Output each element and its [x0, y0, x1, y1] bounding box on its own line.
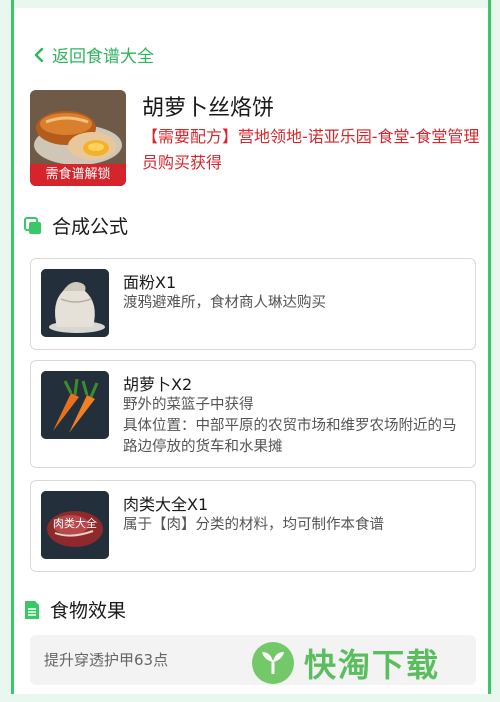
- ingredient-name: 肉类大全X1: [123, 495, 209, 514]
- unlock-badge: 需食谱解锁: [30, 164, 126, 186]
- ingredient-desc: 属于【肉】分类的材料，均可制作本食谱: [123, 517, 384, 533]
- frame-top: [0, 0, 500, 8]
- frame-bottom: [0, 694, 500, 702]
- ingredient-thumb: [41, 371, 109, 439]
- ingredient-name: 胡萝卜X2: [123, 375, 193, 394]
- flour-sack-icon: [41, 269, 109, 337]
- ingredient-card-flour[interactable]: 面粉X1 渡鸦避难所，食材商人琳达购买: [30, 258, 476, 350]
- ingredient-card-carrot[interactable]: 胡萝卜X2 野外的菜篮子中获得 具体位置：中部平原的农贸市场和维罗农场附近的马路…: [30, 360, 476, 468]
- meat-thumb-label: 肉类大全: [53, 517, 97, 530]
- ingredient-thumb: [41, 269, 109, 337]
- watermark-text: 快淘下载: [304, 646, 441, 684]
- back-link-label: 返回食谱大全: [52, 47, 154, 67]
- document-icon: [25, 600, 39, 619]
- frame-right: [488, 0, 500, 702]
- formula-heading: 合成公式: [24, 212, 128, 239]
- formula-heading-label: 合成公式: [52, 216, 129, 238]
- formula-icon: [24, 216, 41, 234]
- effect-text: 提升穿透护甲63点: [44, 651, 169, 669]
- frame-left: [0, 0, 14, 702]
- recipe-requirement: 【需要配方】营地领地-诺亚乐园-食堂-食堂管理员购买获得: [142, 127, 480, 172]
- recipe-detail-panel: 返回食谱大全 需食谱解锁 胡萝卜丝烙饼 【需要配方】营地领地-诺亚乐园-食堂-食…: [14, 8, 488, 694]
- ingredient-thumb: 肉类大全: [41, 491, 109, 559]
- chevron-left-icon: [34, 47, 44, 62]
- watermark-logo-icon: [252, 642, 294, 684]
- recipe-image: 需食谱解锁: [30, 90, 126, 186]
- ingredient-card-meat[interactable]: 肉类大全 肉类大全X1 属于【肉】分类的材料，均可制作本食谱: [30, 480, 476, 572]
- effect-heading-label: 食物效果: [50, 600, 127, 622]
- ingredient-name: 面粉X1: [123, 273, 177, 292]
- ingredient-desc: 野外的菜篮子中获得 具体位置：中部平原的农贸市场和维罗农场附近的马路边停放的货车…: [123, 397, 457, 455]
- watermark: 快淘下载: [250, 640, 440, 686]
- back-link[interactable]: 返回食谱大全: [34, 42, 154, 67]
- recipe-title: 胡萝卜丝烙饼: [142, 96, 275, 121]
- carrot-icon: [41, 371, 109, 439]
- ingredient-desc: 渡鸦避难所，食材商人琳达购买: [123, 295, 326, 311]
- effect-heading: 食物效果: [24, 596, 126, 623]
